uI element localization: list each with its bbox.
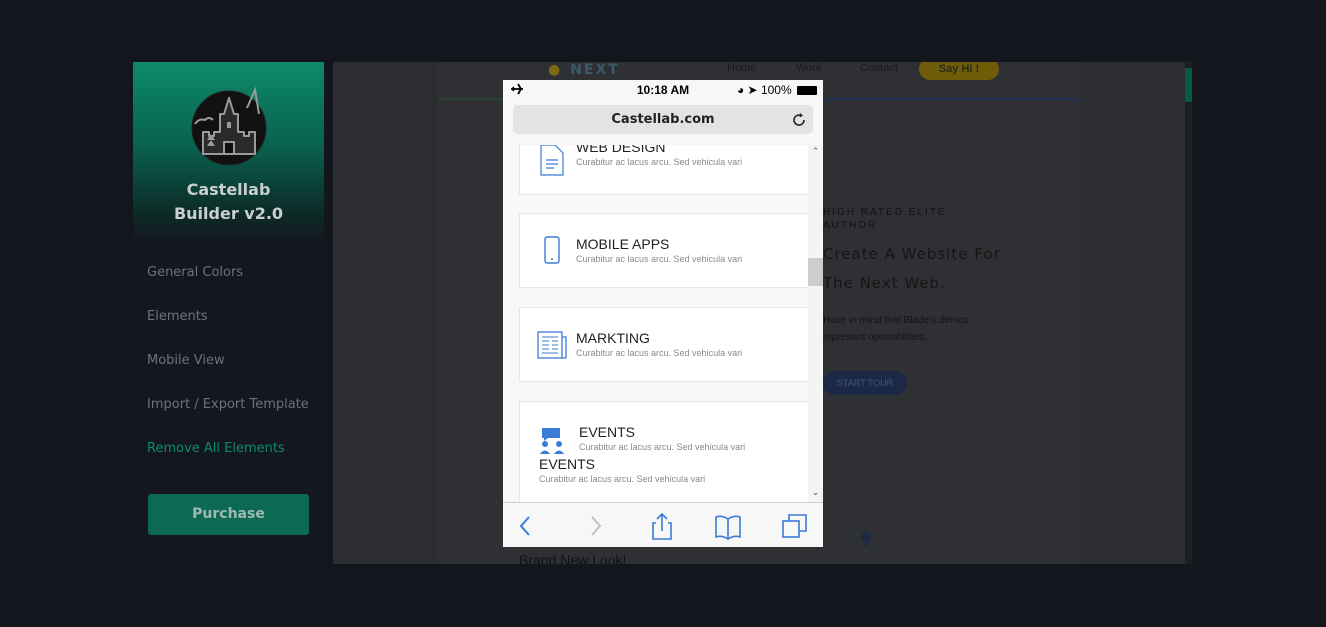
scroll-down-icon[interactable]: ⌄: [808, 487, 823, 498]
mobile-content: WEB DESIGN Curabitur ac lacus arcu. Sed …: [503, 145, 808, 502]
site-logo[interactable]: ● NEXT: [548, 62, 620, 78]
service-card-events: EVENTS Curabitur ac lacus arcu. Sed vehi…: [519, 401, 808, 502]
site-logo-text: NEXT: [570, 62, 620, 78]
lightbulb-icon: ●: [548, 62, 563, 78]
lightbulb-icon: [861, 532, 871, 546]
hero-eyebrow: HIGH RATED ELITE AUTHOR: [823, 207, 947, 231]
card-title: MARKTING: [576, 330, 650, 346]
status-bar: 10:18 AM ◕ ➤ 100%: [503, 80, 823, 101]
nav-home[interactable]: Home: [727, 62, 756, 74]
scrollbar-track[interactable]: [808, 145, 823, 502]
hero-title-line2: The Next Web.: [823, 274, 946, 292]
forward-icon[interactable]: [580, 511, 610, 541]
builder-sidebar: Castellab Builder v2.0 General Colors El…: [133, 62, 324, 564]
mobile-icon: [544, 236, 560, 264]
menu-import-export[interactable]: Import / Export Template: [147, 397, 309, 412]
brand-new-heading: Brand New Look!: [519, 552, 627, 564]
card-title: EVENTS: [579, 424, 636, 440]
service-card-mobile-apps: MOBILE APPS Curabitur ac lacus arcu. Sed…: [519, 213, 808, 288]
back-icon[interactable]: [511, 511, 541, 541]
start-tour-button[interactable]: START TOUR: [823, 371, 907, 395]
menu-general-colors[interactable]: General Colors: [147, 265, 243, 280]
scroll-up-icon[interactable]: ⌃: [808, 146, 823, 157]
address-bar[interactable]: Castellab.com: [513, 105, 813, 134]
hero-title: Create A Website For The Next Web.: [823, 240, 1043, 298]
card-desc: Curabitur ac lacus arcu. Sed vehicula va…: [579, 442, 746, 452]
card-title: MOBILE APPS: [576, 236, 670, 252]
hero-title-line1: Create A Website For: [823, 245, 1001, 263]
newspaper-icon: [537, 331, 567, 359]
service-card-web-design: WEB DESIGN Curabitur ac lacus arcu. Sed …: [519, 145, 808, 195]
castle-logo-icon: [191, 86, 267, 166]
nav-work[interactable]: Work: [796, 62, 821, 74]
battery-icon: [797, 86, 817, 96]
rotation-lock-icon: ◕: [736, 83, 745, 97]
bookmarks-icon[interactable]: [713, 511, 743, 541]
card-title: WEB DESIGN: [576, 145, 666, 155]
say-hi-button[interactable]: Say Hi !: [919, 62, 999, 80]
scrollbar-thumb[interactable]: [808, 258, 823, 286]
events-icon: [540, 428, 564, 454]
card-title: EVENTS: [539, 456, 596, 472]
brand-title-line1: Castellab: [186, 180, 271, 199]
card-desc: Curabitur ac lacus arcu. Sed vehicula va…: [539, 474, 706, 484]
nav-contact[interactable]: Contact: [860, 62, 898, 74]
mobile-preview: 10:18 AM ◕ ➤ 100% Castellab.com WEB DESI…: [503, 80, 823, 547]
card-desc: Curabitur ac lacus arcu. Sed vehicula va…: [576, 254, 743, 264]
service-card-marketing: MARKTING Curabitur ac lacus arcu. Sed ve…: [519, 307, 808, 382]
menu-remove-all[interactable]: Remove All Elements: [147, 441, 285, 456]
canvas-edge-strip: [1185, 62, 1192, 564]
menu-mobile-view[interactable]: Mobile View: [147, 353, 225, 368]
reload-icon[interactable]: [791, 112, 807, 128]
browser-toolbar: [503, 502, 823, 547]
document-icon: [540, 145, 564, 176]
card-desc: Curabitur ac lacus arcu. Sed vehicula va…: [576, 157, 743, 167]
status-right: ◕ ➤ 100%: [737, 83, 817, 97]
location-arrow-icon: ➤: [747, 83, 758, 97]
card-desc: Curabitur ac lacus arcu. Sed vehicula va…: [576, 348, 743, 358]
tabs-icon[interactable]: [780, 511, 810, 541]
share-icon[interactable]: [647, 511, 677, 541]
hero-text: Have in mind that Blade's demos represen…: [823, 315, 969, 343]
battery-percent: 100%: [760, 83, 792, 97]
menu-elements[interactable]: Elements: [147, 309, 208, 324]
brand-block: Castellab Builder v2.0: [133, 62, 324, 242]
purchase-button[interactable]: Purchase: [148, 494, 309, 535]
url-bar-area: Castellab.com: [503, 101, 823, 146]
brand-title-line2: Builder v2.0: [173, 204, 284, 223]
